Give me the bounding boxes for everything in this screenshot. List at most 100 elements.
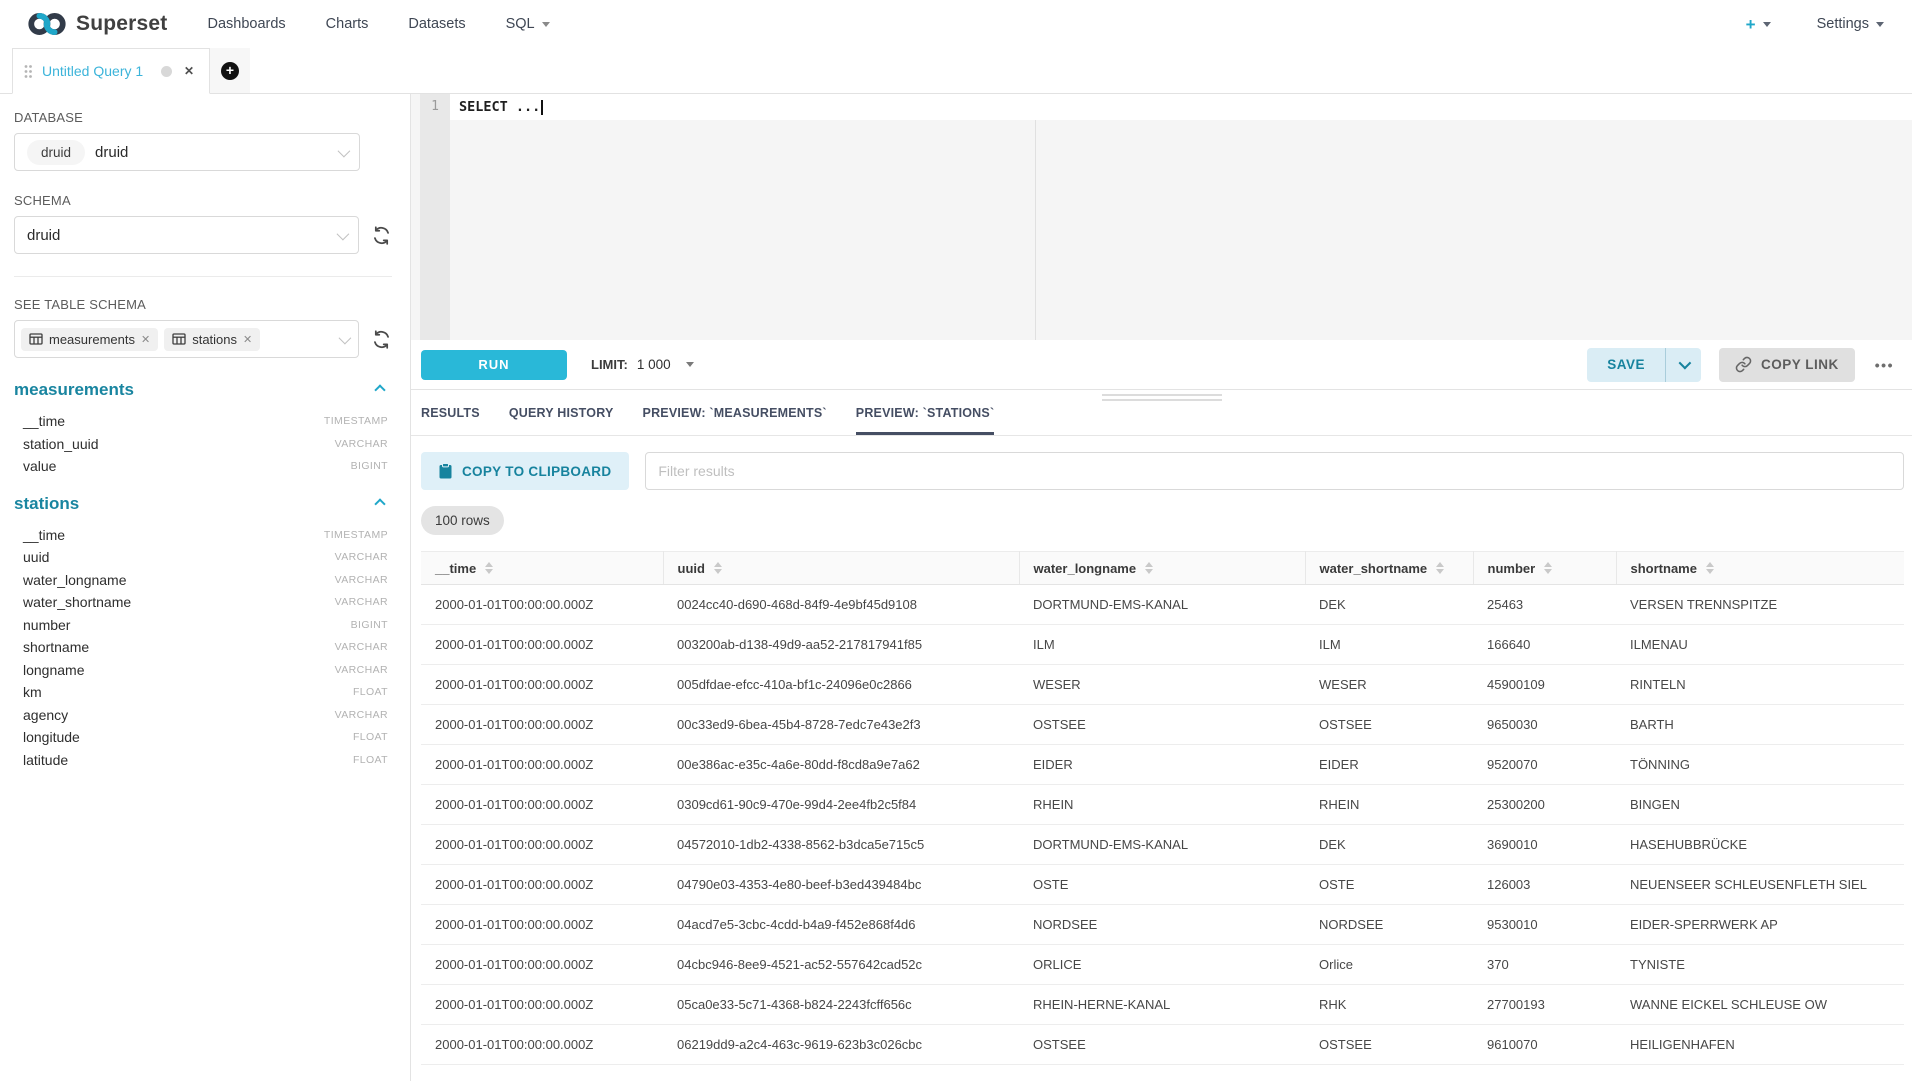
table-cell: 9610070: [1473, 1025, 1616, 1065]
table-cell: 9530010: [1473, 905, 1616, 945]
refresh-schema-button[interactable]: [371, 225, 392, 246]
unsaved-indicator-dot: [161, 66, 172, 77]
column-name: value: [23, 458, 56, 474]
nav-item-datasets[interactable]: Datasets: [408, 16, 465, 32]
table-cell: 00e386ac-e35c-4a6e-80dd-f8cd8a9e7a62: [663, 745, 1019, 785]
refresh-tables-button[interactable]: [371, 329, 392, 350]
copy-to-clipboard-button[interactable]: COPY TO CLIPBOARD: [421, 452, 629, 490]
table-cell: BINGEN: [1616, 785, 1904, 825]
column-name: km: [23, 684, 42, 700]
results-tab-query-history[interactable]: QUERY HISTORY: [509, 390, 614, 435]
plus-icon: +: [1746, 16, 1756, 33]
superset-logo[interactable]: Superset: [26, 10, 167, 38]
plus-circle-icon: +: [221, 62, 239, 80]
table-row: 2000-01-01T00:00:00.000Z0024cc40-d690-46…: [421, 585, 1904, 625]
column-name: water_shortname: [23, 594, 131, 610]
query-tab-untitled[interactable]: Untitled Query 1 ✕: [12, 48, 210, 94]
new-query-tab-button[interactable]: +: [210, 48, 250, 93]
column-header-water_shortname[interactable]: water_shortname: [1305, 552, 1473, 585]
sql-editor[interactable]: 1 SELECT ...: [411, 94, 1912, 340]
table-row: 2000-01-01T00:00:00.000Z05ca0e33-5c71-43…: [421, 985, 1904, 1025]
schema-header-measurements[interactable]: measurements: [14, 380, 388, 400]
see-table-schema-label: SEE TABLE SCHEMA: [14, 297, 392, 312]
column-type: VARCHAR: [335, 438, 388, 450]
close-tab-icon[interactable]: ✕: [181, 62, 197, 80]
drag-dots-icon: [23, 64, 33, 79]
column-header-__time[interactable]: __time: [421, 552, 663, 585]
line-number: 1: [420, 94, 450, 114]
save-button[interactable]: SAVE: [1587, 348, 1665, 382]
results-tab-preview-stations[interactable]: PREVIEW: `STATIONS`: [856, 390, 995, 435]
table-row: 2000-01-01T00:00:00.000Z06219dd9-a2c4-46…: [421, 1025, 1904, 1065]
table-cell: 2000-01-01T00:00:00.000Z: [421, 745, 663, 785]
remove-table-icon[interactable]: ✕: [141, 333, 150, 346]
table-cell: 04acd7e5-3cbc-4cdd-b4a9-f452e868f4d6: [663, 905, 1019, 945]
column-header-shortname[interactable]: shortname: [1616, 552, 1904, 585]
column-type: TIMESTAMP: [324, 529, 388, 541]
save-options-button[interactable]: [1665, 348, 1701, 382]
row-count-badge: 100 rows: [421, 506, 504, 535]
table-row: 2000-01-01T00:00:00.000Z04cbc946-8ee9-45…: [421, 945, 1904, 985]
save-split-button: SAVE: [1587, 348, 1701, 382]
table-cell: 9520070: [1473, 745, 1616, 785]
column-name: __time: [23, 413, 65, 429]
sort-icon: [485, 562, 493, 574]
limit-dropdown[interactable]: LIMIT: 1 000: [591, 357, 694, 372]
chevron-up-icon: [374, 498, 385, 509]
nav-item-dashboards[interactable]: Dashboards: [207, 16, 285, 32]
table-cell: 04cbc946-8ee9-4521-ac52-557642cad52c: [663, 945, 1019, 985]
remove-table-icon[interactable]: ✕: [243, 333, 252, 346]
chevron-down-icon: [1876, 22, 1884, 27]
chevron-down-icon: [1679, 357, 1692, 370]
table-cell: DORTMUND-EMS-KANAL: [1019, 825, 1305, 865]
table-row: 2000-01-01T00:00:00.000Z04acd7e5-3cbc-4c…: [421, 905, 1904, 945]
new-item-menu[interactable]: +: [1746, 16, 1771, 33]
table-cell: 0024cc40-d690-468d-84f9-4e9bf45d9108: [663, 585, 1019, 625]
schema-column-row: value BIGINT: [14, 455, 388, 478]
run-button[interactable]: RUN: [421, 350, 567, 380]
column-type: VARCHAR: [335, 641, 388, 653]
table-cell: 2000-01-01T00:00:00.000Z: [421, 705, 663, 745]
chevron-down-icon: [686, 362, 694, 367]
filter-results-input[interactable]: [645, 452, 1904, 490]
column-header-water_longname[interactable]: water_longname: [1019, 552, 1305, 585]
copy-link-button[interactable]: COPY LINK: [1719, 348, 1855, 382]
text-cursor: [541, 100, 543, 115]
column-name: shortname: [23, 639, 89, 655]
database-select[interactable]: druid druid: [14, 133, 360, 171]
schema-name: measurements: [14, 380, 134, 400]
column-header-uuid[interactable]: uuid: [663, 552, 1019, 585]
table-cell: 2000-01-01T00:00:00.000Z: [421, 1025, 663, 1065]
table-row: 2000-01-01T00:00:00.000Z0309cd61-90c9-47…: [421, 785, 1904, 825]
more-options-button[interactable]: •••: [1873, 353, 1896, 377]
column-header-number[interactable]: number: [1473, 552, 1616, 585]
table-cell: NEUENSEER SCHLEUSENFLETH SIEL: [1616, 865, 1904, 905]
schema-section-stations: stations__timeTIMESTAMPuuidVARCHARwater_…: [14, 494, 392, 772]
column-type: FLOAT: [353, 731, 388, 743]
table-cell: EIDER-SPERRWERK AP: [1616, 905, 1904, 945]
table-pill-label: measurements: [49, 332, 135, 347]
schema-select[interactable]: druid: [14, 216, 359, 254]
column-type: BIGINT: [351, 460, 388, 472]
results-pane: COPY TO CLIPBOARD 100 rows __timeuuidwat…: [411, 436, 1912, 1081]
settings-menu[interactable]: Settings: [1817, 16, 1884, 32]
table-cell: 2000-01-01T00:00:00.000Z: [421, 905, 663, 945]
schema-header-stations[interactable]: stations: [14, 494, 388, 514]
nav-item-sql[interactable]: SQL: [506, 16, 550, 32]
table-cell: 2000-01-01T00:00:00.000Z: [421, 785, 663, 825]
table-cell: OSTSEE: [1019, 1025, 1305, 1065]
sort-icon: [1145, 562, 1153, 574]
resize-drag-handle[interactable]: [1102, 392, 1222, 403]
results-tab-strip: RESULTS QUERY HISTORY PREVIEW: `MEASUREMEN…: [411, 390, 1912, 436]
editor-toolbar: RUN LIMIT: 1 000 SAVE CO: [411, 340, 1912, 390]
table-cell: 27700193: [1473, 985, 1616, 1025]
results-tab-preview-measurements[interactable]: PREVIEW: `MEASUREMENTS`: [643, 390, 827, 435]
results-tab-results[interactable]: RESULTS: [421, 390, 480, 435]
table-cell: 06219dd9-a2c4-463c-9619-623b3c026cbc: [663, 1025, 1019, 1065]
table-cell: Orlice: [1305, 945, 1473, 985]
table-schema-select[interactable]: measurements✕stations✕: [14, 320, 359, 358]
nav-item-charts[interactable]: Charts: [326, 16, 369, 32]
table-cell: 04572010-1db2-4338-8562-b3dca5e715c5: [663, 825, 1019, 865]
schema-column-row: shortname VARCHAR: [14, 636, 388, 659]
table-cell: 2000-01-01T00:00:00.000Z: [421, 585, 663, 625]
